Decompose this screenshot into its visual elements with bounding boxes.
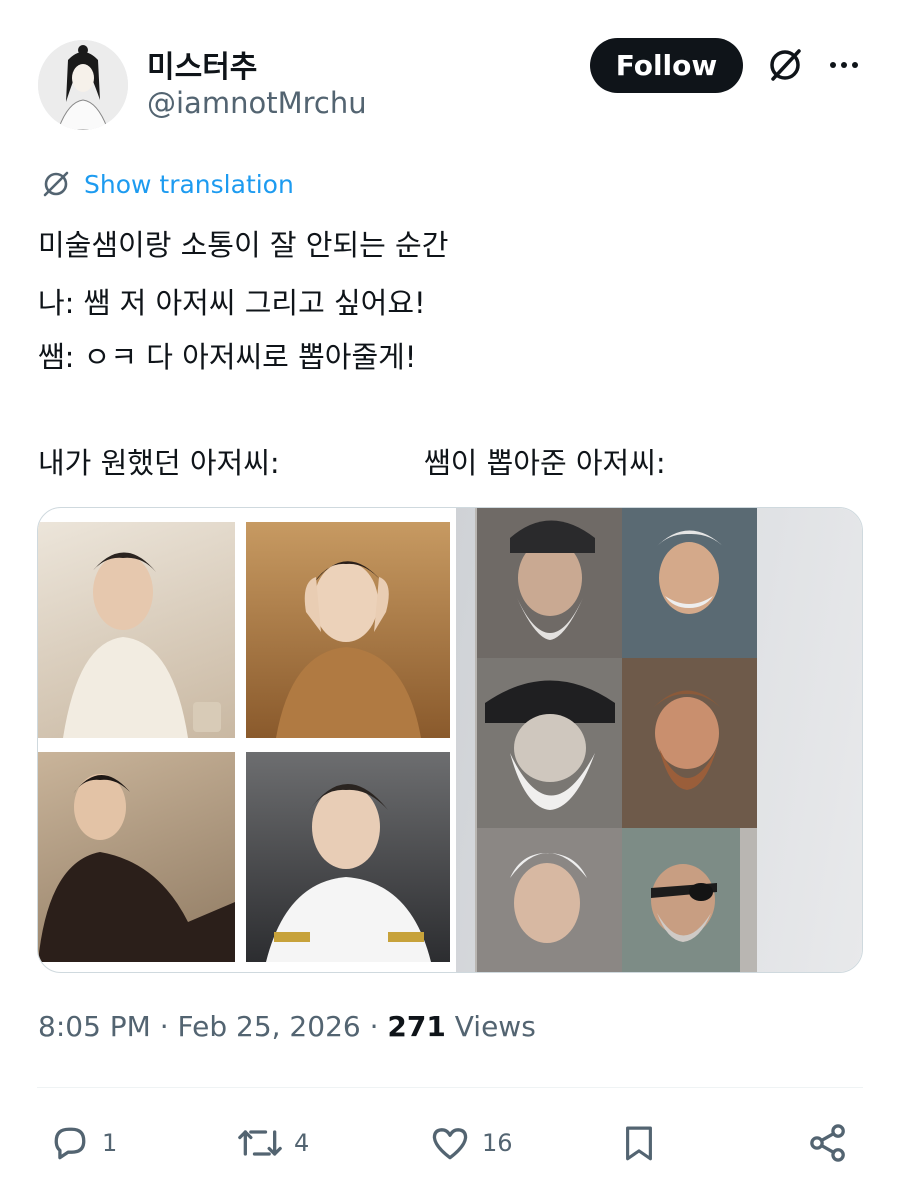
tweet-media[interactable] <box>37 507 863 973</box>
grok-icon[interactable] <box>764 44 806 86</box>
grok-translate-icon <box>43 171 69 197</box>
follow-button[interactable]: Follow <box>590 38 743 93</box>
meta-separator-2: · <box>360 1010 388 1043</box>
author-handle[interactable]: @iamnotMrchu <box>147 86 367 120</box>
tweet-date[interactable]: Feb 25, 2026 <box>178 1010 361 1043</box>
tweet-text-line-2: 나: 쌤 저 아저씨 그리고 싶어요! <box>38 286 426 320</box>
reply-icon <box>54 1127 86 1160</box>
like-button[interactable]: 16 <box>428 1118 513 1168</box>
views-label: Views <box>454 1010 536 1043</box>
tweet-time[interactable]: 8:05 PM <box>38 1010 151 1043</box>
show-translation-link[interactable]: Show translation <box>40 166 294 202</box>
like-count: 16 <box>482 1129 513 1157</box>
show-translation-label: Show translation <box>84 169 294 199</box>
bookmark-button[interactable] <box>618 1118 660 1168</box>
divider <box>37 1087 863 1088</box>
tweet-meta: 8:05 PM · Feb 25, 2026 · 271 Views <box>38 1010 536 1043</box>
photo-young-man-2 <box>246 522 450 738</box>
avatar[interactable] <box>38 40 128 130</box>
old-man-4 <box>622 658 757 828</box>
photo-young-man-3 <box>38 752 235 962</box>
photo-young-man-4 <box>246 752 450 962</box>
views-count: 271 <box>387 1010 446 1043</box>
photo-young-man-1 <box>38 522 235 738</box>
share-button[interactable] <box>806 1118 850 1168</box>
old-man-1 <box>477 508 622 658</box>
like-icon <box>432 1128 468 1160</box>
old-man-5 <box>477 828 622 972</box>
repost-button[interactable]: 4 <box>236 1118 309 1168</box>
tweet-text-line-3: 쌤: ㅇㅋ 다 아저씨로 뽑아줄게! <box>38 340 417 374</box>
bookmark-icon <box>626 1126 652 1161</box>
tweet-text-line-4: 내가 원했던 아저씨: <box>38 446 280 480</box>
reply-button[interactable]: 1 <box>48 1118 117 1168</box>
meta-separator: · <box>150 1010 178 1043</box>
tweet-text-line-1: 미술샘이랑 소통이 잘 안되는 순간 <box>38 228 449 262</box>
old-man-3 <box>477 658 622 828</box>
repost-icon <box>238 1130 282 1156</box>
tweet-text-line-5: 쌤이 뽑아준 아저씨: <box>424 446 666 480</box>
reply-count: 1 <box>102 1129 118 1157</box>
repost-count: 4 <box>294 1129 310 1157</box>
old-man-2 <box>622 508 757 658</box>
photo-printed-sheet <box>455 508 862 972</box>
share-icon <box>810 1124 845 1162</box>
avatar-illustration <box>38 40 128 130</box>
author-display-name[interactable]: 미스터추 <box>147 42 257 86</box>
more-icon[interactable] <box>824 44 864 86</box>
old-man-6 <box>622 828 740 972</box>
